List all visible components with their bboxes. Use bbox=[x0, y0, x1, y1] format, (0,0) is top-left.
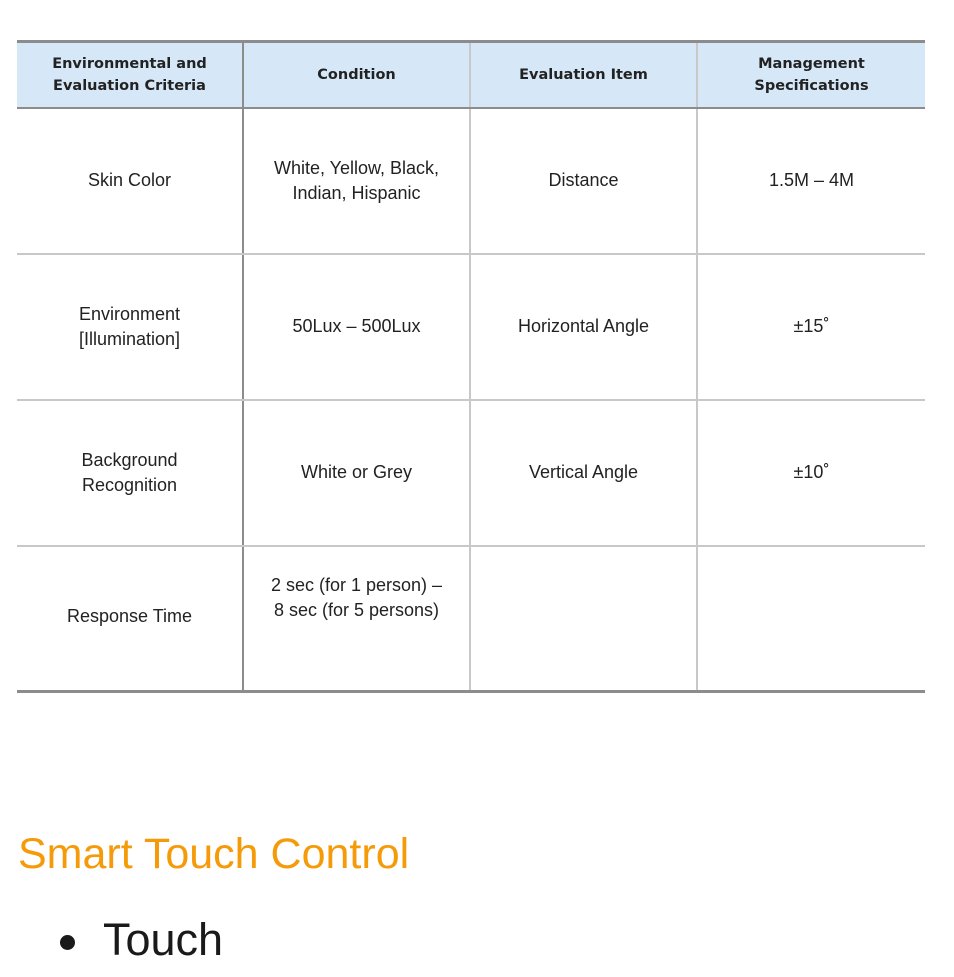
list-item-label: Touch bbox=[103, 914, 224, 965]
table-row: Response Time 2 sec (for 1 person) – 8 s… bbox=[17, 545, 925, 693]
header-row: Environmental and Evaluation Criteria Co… bbox=[17, 40, 925, 109]
table-body: Skin Color White, Yellow, Black, Indian,… bbox=[17, 107, 925, 693]
cell-evaluation-item: Distance bbox=[470, 107, 698, 255]
cell-criteria: Environment [Illumination] bbox=[17, 253, 244, 401]
cell-criteria: Background Recognition bbox=[17, 399, 244, 547]
cell-specification: 1.5M – 4M bbox=[697, 107, 925, 255]
cell-condition: White, Yellow, Black, Indian, Hispanic bbox=[243, 107, 471, 255]
cell-evaluation-item: Horizontal Angle bbox=[470, 253, 698, 401]
table-row: Background Recognition White or Grey Ver… bbox=[17, 399, 925, 547]
cell-condition: 2 sec (for 1 person) – 8 sec (for 5 pers… bbox=[243, 545, 471, 693]
list-item: Touch bbox=[60, 910, 223, 970]
cell-specification: ±10˚ bbox=[697, 399, 925, 547]
section-title: Smart Touch Control bbox=[18, 830, 410, 878]
cell-evaluation-item: Vertical Angle bbox=[470, 399, 698, 547]
header-management-specifications: Management Specifications bbox=[697, 40, 925, 109]
bullet-icon bbox=[60, 934, 75, 950]
bullet-list: Touch bbox=[60, 910, 223, 970]
specifications-table: Environmental and Evaluation Criteria Co… bbox=[17, 40, 925, 693]
cell-condition: 50Lux – 500Lux bbox=[243, 253, 471, 401]
table-row: Environment [Illumination] 50Lux – 500Lu… bbox=[17, 253, 925, 401]
table-row: Skin Color White, Yellow, Black, Indian,… bbox=[17, 107, 925, 255]
cell-criteria: Skin Color bbox=[17, 107, 244, 255]
header-evaluation-item: Evaluation Item bbox=[470, 40, 698, 109]
cell-condition: White or Grey bbox=[243, 399, 471, 547]
cell-criteria: Response Time bbox=[17, 545, 244, 693]
header-criteria: Environmental and Evaluation Criteria bbox=[17, 40, 244, 109]
cell-specification: ±15˚ bbox=[697, 253, 925, 401]
table-header: Environmental and Evaluation Criteria Co… bbox=[17, 40, 925, 109]
header-condition: Condition bbox=[243, 40, 471, 109]
cell-evaluation-item bbox=[470, 545, 698, 693]
cell-specification bbox=[697, 545, 925, 693]
